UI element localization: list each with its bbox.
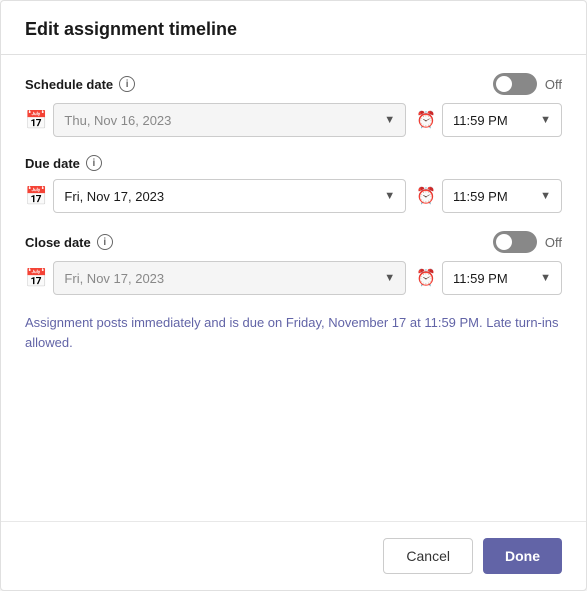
dialog-body: Schedule date i Off 📅 Thu, Nov 16, 2023 … (1, 55, 586, 521)
close-date-input-wrap: 📅 Fri, Nov 17, 2023 ▼ (25, 261, 406, 295)
due-date-section: Due date i 📅 Fri, Nov 17, 2023 ▼ ⏰ 11:59… (25, 155, 562, 213)
due-date-inputs: 📅 Fri, Nov 17, 2023 ▼ ⏰ 11:59 PM ▼ (25, 179, 562, 213)
due-date-time-select[interactable]: 11:59 PM ▼ (442, 179, 562, 213)
dialog-header: Edit assignment timeline (1, 1, 586, 55)
close-date-toggle-knob (496, 234, 512, 250)
schedule-date-toggle-label: Off (545, 77, 562, 92)
close-date-toggle-label: Off (545, 235, 562, 250)
due-date-time-chevron-icon: ▼ (540, 190, 551, 202)
done-button[interactable]: Done (483, 538, 562, 574)
close-date-clock-icon: ⏰ (416, 268, 436, 288)
due-date-calendar-icon: 📅 (25, 186, 47, 207)
due-date-label: Due date i (25, 155, 102, 171)
dialog-footer: Cancel Done (1, 521, 586, 590)
schedule-date-time-chevron-icon: ▼ (540, 114, 551, 126)
close-date-time-select[interactable]: 11:59 PM ▼ (442, 261, 562, 295)
schedule-date-time-wrap: ⏰ 11:59 PM ▼ (416, 103, 562, 137)
schedule-date-select[interactable]: Thu, Nov 16, 2023 ▼ (53, 103, 406, 137)
schedule-date-toggle[interactable] (493, 73, 537, 95)
close-date-section: Close date i Off 📅 Fri, Nov 17, 2023 ▼ (25, 231, 562, 295)
schedule-date-label-row: Schedule date i Off (25, 73, 562, 95)
due-date-clock-icon: ⏰ (416, 186, 436, 206)
close-date-label: Close date i (25, 234, 113, 250)
dialog-title: Edit assignment timeline (25, 19, 562, 40)
schedule-date-time-select[interactable]: 11:59 PM ▼ (442, 103, 562, 137)
close-date-info-icon[interactable]: i (97, 234, 113, 250)
close-date-time-chevron-icon: ▼ (540, 272, 551, 284)
cancel-button[interactable]: Cancel (383, 538, 473, 574)
schedule-date-clock-icon: ⏰ (416, 110, 436, 130)
assignment-info-text: Assignment posts immediately and is due … (25, 313, 562, 352)
schedule-date-label: Schedule date i (25, 76, 135, 92)
close-date-select[interactable]: Fri, Nov 17, 2023 ▼ (53, 261, 406, 295)
close-date-time-wrap: ⏰ 11:59 PM ▼ (416, 261, 562, 295)
schedule-date-inputs: 📅 Thu, Nov 16, 2023 ▼ ⏰ 11:59 PM ▼ (25, 103, 562, 137)
close-date-chevron-icon: ▼ (384, 272, 395, 284)
due-date-time-wrap: ⏰ 11:59 PM ▼ (416, 179, 562, 213)
close-date-toggle[interactable] (493, 231, 537, 253)
close-date-toggle-group: Off (493, 231, 562, 253)
schedule-date-calendar-icon: 📅 (25, 110, 47, 131)
due-date-select[interactable]: Fri, Nov 17, 2023 ▼ (53, 179, 406, 213)
close-date-inputs: 📅 Fri, Nov 17, 2023 ▼ ⏰ 11:59 PM ▼ (25, 261, 562, 295)
due-date-info-icon[interactable]: i (86, 155, 102, 171)
close-date-label-row: Close date i Off (25, 231, 562, 253)
due-date-input-wrap: 📅 Fri, Nov 17, 2023 ▼ (25, 179, 406, 213)
due-date-chevron-icon: ▼ (384, 190, 395, 202)
due-date-label-row: Due date i (25, 155, 562, 171)
schedule-date-input-wrap: 📅 Thu, Nov 16, 2023 ▼ (25, 103, 406, 137)
close-date-calendar-icon: 📅 (25, 268, 47, 289)
schedule-date-toggle-group: Off (493, 73, 562, 95)
schedule-date-info-icon[interactable]: i (119, 76, 135, 92)
schedule-date-toggle-knob (496, 76, 512, 92)
edit-assignment-dialog: Edit assignment timeline Schedule date i… (0, 0, 587, 591)
schedule-date-chevron-icon: ▼ (384, 114, 395, 126)
schedule-date-section: Schedule date i Off 📅 Thu, Nov 16, 2023 … (25, 73, 562, 137)
